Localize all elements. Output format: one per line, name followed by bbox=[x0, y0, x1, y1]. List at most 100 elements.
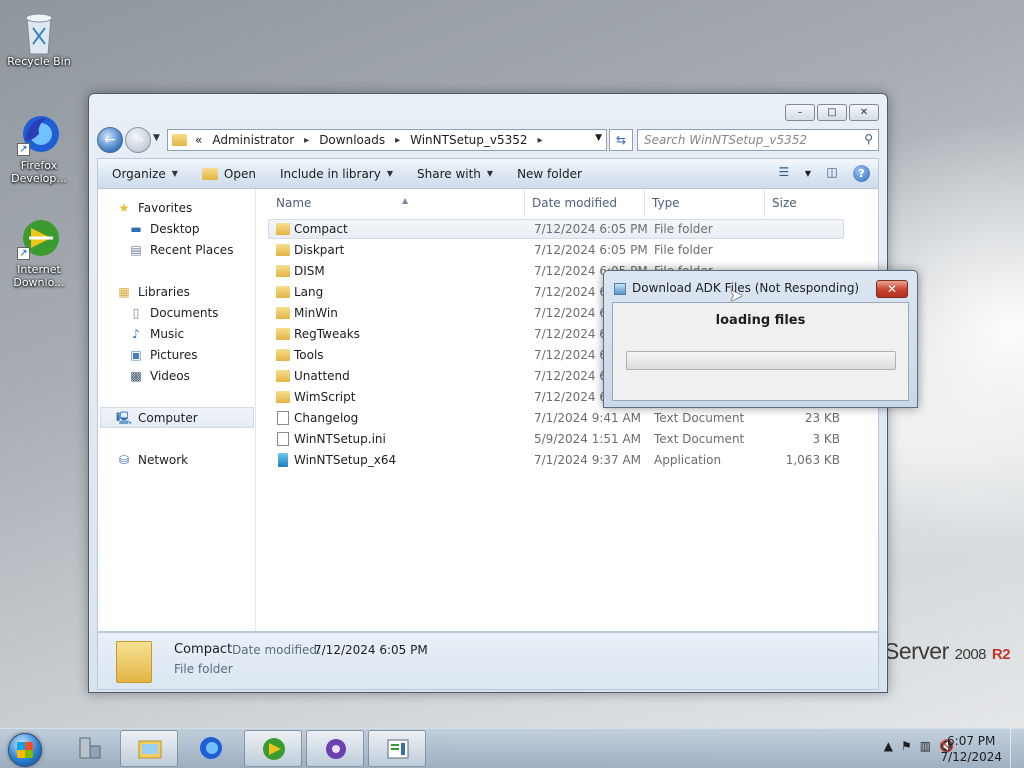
taskbar-download-adk[interactable] bbox=[368, 730, 426, 767]
taskbar-internet-download-manager[interactable] bbox=[244, 730, 302, 767]
file-list: Name ▲ Date modified Type Size Compact 7/… bbox=[268, 189, 878, 631]
nav-label: Recent Places bbox=[150, 243, 234, 257]
address-bar[interactable]: « Administrator ▸ Downloads ▸ WinNTSetup… bbox=[167, 129, 607, 151]
column-header-date[interactable]: Date modified bbox=[532, 193, 617, 213]
back-button[interactable]: ← bbox=[97, 127, 123, 153]
file-name: Lang bbox=[294, 285, 324, 299]
firefox-icon: ↗ bbox=[17, 112, 61, 156]
command-bar: Organize ▼ Open Include in library ▼ Sha… bbox=[97, 158, 879, 189]
documents-icon: ▯ bbox=[132, 306, 140, 320]
folder-icon bbox=[276, 286, 290, 298]
nav-documents[interactable]: ▯ Documents bbox=[128, 306, 219, 320]
desktop-icon-firefox[interactable]: ↗ Firefox Develop... bbox=[0, 112, 78, 185]
nav-network[interactable]: ⛁ Network bbox=[116, 453, 188, 467]
address-dropdown-icon[interactable]: ▼ bbox=[595, 133, 602, 143]
nav-recent-places[interactable]: ▤ Recent Places bbox=[128, 243, 233, 257]
taskbar-firefox[interactable] bbox=[182, 730, 240, 767]
preview-pane-icon[interactable]: ◫ bbox=[823, 165, 841, 182]
forward-button[interactable]: → bbox=[125, 127, 151, 153]
nav-favorites[interactable]: ★ Favorites bbox=[116, 201, 193, 215]
maximize-button[interactable]: □ bbox=[817, 104, 847, 121]
breadcrumb-chevron-icon[interactable]: ▸ bbox=[538, 135, 543, 146]
file-row[interactable]: WinNTSetup_x64 7/1/2024 9:37 AM Applicatio… bbox=[268, 450, 848, 471]
recent-pages-dropdown[interactable]: ▼ bbox=[153, 133, 160, 143]
file-row[interactable]: Diskpart 7/12/2024 6:05 PM File folder bbox=[268, 240, 848, 261]
breadcrumb-administrator[interactable]: Administrator bbox=[212, 133, 294, 147]
nav-pictures[interactable]: ▣ Pictures bbox=[128, 348, 197, 362]
help-icon[interactable]: ? bbox=[853, 165, 870, 182]
download-adk-dialog: Download ADK Files (Not Responding) ✕ lo… bbox=[603, 270, 918, 408]
change-view-icon[interactable]: ☰ bbox=[775, 165, 793, 182]
action-center-flag-icon[interactable]: ⚑ bbox=[901, 739, 912, 753]
file-date: 7/1/2024 9:37 AM bbox=[534, 453, 642, 467]
file-row[interactable]: WinNTSetup.ini 5/9/2024 1:51 AM Text Docum… bbox=[268, 429, 848, 450]
breadcrumb-winntsetup[interactable]: WinNTSetup_v5352 bbox=[410, 133, 527, 147]
dialog-close-button[interactable]: ✕ bbox=[876, 280, 908, 298]
search-input[interactable]: Search WinNTSetup_v5352 ⚲ bbox=[637, 129, 879, 151]
text-document-icon bbox=[277, 411, 289, 425]
folder-icon bbox=[276, 370, 290, 382]
column-divider[interactable] bbox=[524, 189, 525, 217]
column-label: Type bbox=[652, 196, 680, 210]
column-header-type[interactable]: Type bbox=[652, 193, 680, 213]
file-row[interactable]: Compact 7/12/2024 6:05 PM File folder bbox=[268, 219, 848, 240]
details-type: File folder bbox=[174, 662, 233, 676]
file-name: WinNTSetup_x64 bbox=[294, 453, 397, 467]
desktop-icon-recycle-bin[interactable]: Recycle Bin bbox=[0, 8, 78, 68]
column-label: Size bbox=[772, 196, 797, 210]
file-name: WinNTSetup.ini bbox=[294, 432, 386, 446]
clock[interactable]: 6:07 PM 7/12/2024 bbox=[940, 733, 1002, 765]
column-label: Date modified bbox=[532, 196, 618, 210]
folder-icon bbox=[276, 265, 290, 277]
show-hidden-icons-icon[interactable]: ▲ bbox=[884, 739, 893, 753]
videos-icon: ▩ bbox=[130, 369, 142, 383]
share-with-button[interactable]: Share with ▼ bbox=[417, 167, 493, 181]
refresh-button[interactable]: ⇆ bbox=[609, 129, 633, 151]
desktop-icon-idm[interactable]: ↗ Internet Downlo... bbox=[0, 216, 78, 289]
column-header-size[interactable]: Size bbox=[772, 193, 797, 213]
include-label: Include in library bbox=[279, 166, 381, 181]
network-icon: ⛁ bbox=[118, 453, 130, 467]
nav-music[interactable]: ♪ Music bbox=[128, 327, 184, 341]
nav-videos[interactable]: ▩ Videos bbox=[128, 369, 190, 383]
organize-button[interactable]: Organize ▼ bbox=[112, 167, 178, 181]
network-tray-icon[interactable]: ▥ bbox=[920, 739, 931, 753]
file-row[interactable]: Changelog 7/1/2024 9:41 AM Text Document 23… bbox=[268, 408, 848, 429]
file-name: Tools bbox=[294, 348, 324, 362]
open-button[interactable]: Open bbox=[201, 167, 256, 181]
breadcrumb-downloads[interactable]: Downloads bbox=[319, 133, 385, 147]
progress-bar bbox=[626, 351, 896, 370]
nav-label: Documents bbox=[150, 306, 219, 320]
view-dropdown-icon[interactable]: ▼ bbox=[805, 169, 811, 178]
dropdown-arrow-icon: ▼ bbox=[171, 169, 178, 178]
folder-icon bbox=[276, 349, 290, 361]
breadcrumb-overflow[interactable]: « bbox=[195, 133, 202, 147]
minimize-button[interactable]: – bbox=[785, 104, 815, 121]
breadcrumb-chevron-icon[interactable]: ▸ bbox=[304, 135, 309, 146]
column-divider[interactable] bbox=[764, 189, 765, 217]
show-desktop-button[interactable] bbox=[1010, 729, 1024, 768]
include-in-library-button[interactable]: Include in library ▼ bbox=[280, 167, 393, 181]
taskbar-server-manager[interactable] bbox=[60, 730, 118, 767]
start-button[interactable] bbox=[3, 730, 47, 768]
music-icon: ♪ bbox=[132, 327, 140, 341]
nav-computer[interactable]: 🖳 Computer bbox=[116, 411, 198, 425]
nav-libraries[interactable]: ▦ Libraries bbox=[116, 285, 190, 299]
search-icon[interactable]: ⚲ bbox=[864, 132, 873, 146]
internet-download-manager-icon bbox=[263, 738, 285, 760]
column-divider[interactable] bbox=[644, 189, 645, 217]
column-label: Name bbox=[276, 196, 312, 210]
new-folder-button[interactable]: New folder bbox=[517, 167, 582, 181]
clock-time: 6:07 PM bbox=[947, 734, 996, 748]
file-name: Diskpart bbox=[294, 243, 345, 257]
desktop-icon-label: Recycle Bin bbox=[7, 55, 71, 68]
file-name: WimScript bbox=[294, 390, 356, 404]
column-header-name[interactable]: Name ▲ bbox=[276, 193, 408, 213]
close-button[interactable]: ✕ bbox=[849, 104, 879, 121]
folder-icon bbox=[116, 641, 152, 683]
nav-desktop[interactable]: ▬ Desktop bbox=[128, 222, 199, 236]
libraries-icon: ▦ bbox=[118, 285, 130, 299]
taskbar-windows-explorer[interactable] bbox=[120, 730, 178, 767]
breadcrumb-chevron-icon[interactable]: ▸ bbox=[395, 135, 400, 146]
taskbar-winntsetup[interactable] bbox=[306, 730, 364, 767]
